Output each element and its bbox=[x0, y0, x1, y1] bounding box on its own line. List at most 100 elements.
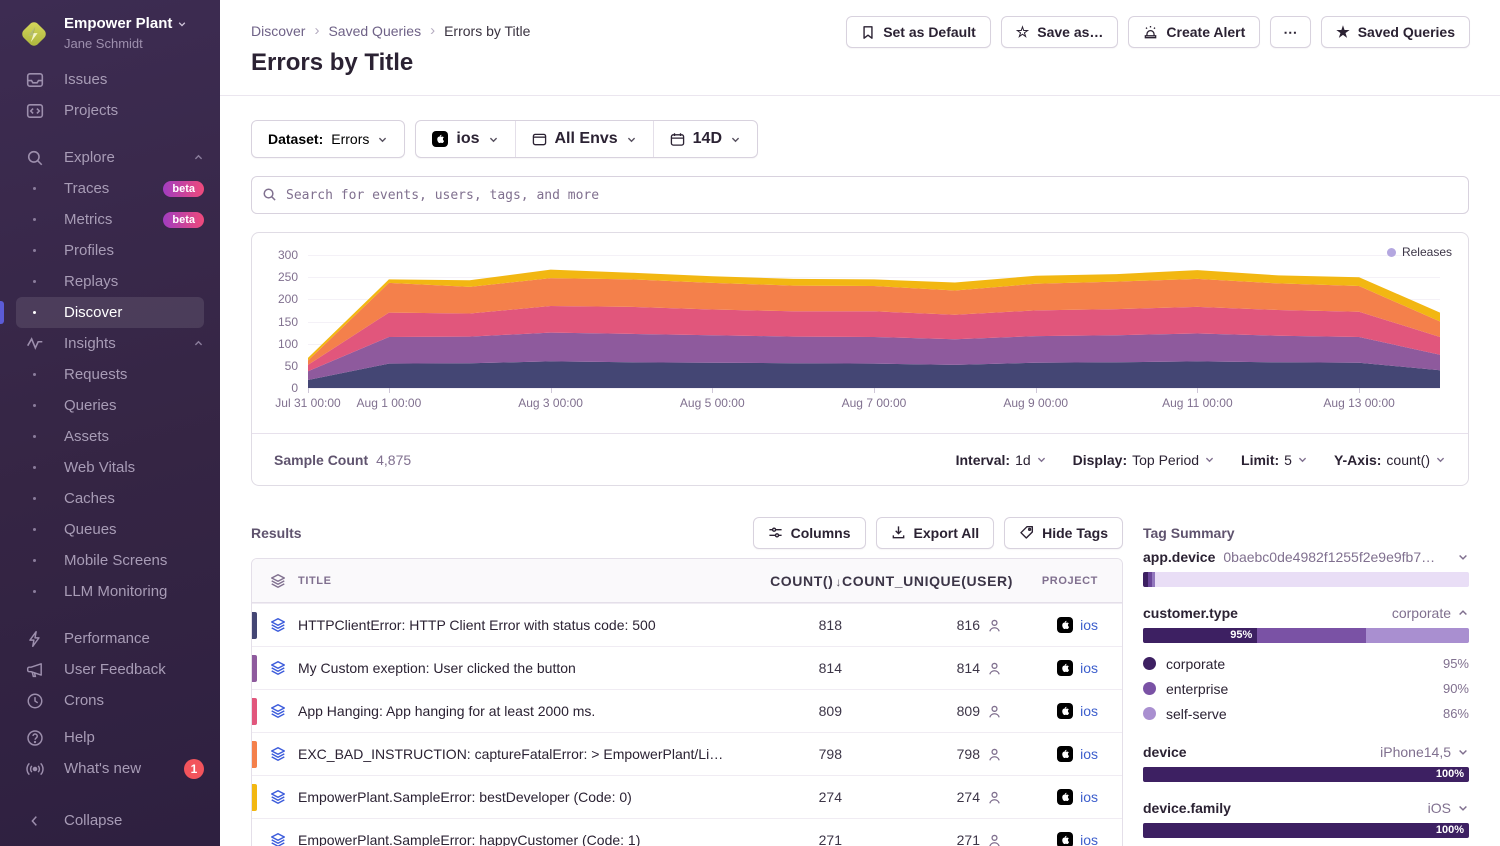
column-header-title[interactable]: TITLE bbox=[298, 575, 742, 587]
sidebar-item-user-feedback[interactable]: User Feedback bbox=[0, 654, 220, 685]
sidebar-item-profiles[interactable]: Profiles bbox=[0, 235, 220, 266]
results-table: TITLE COUNT()↓ COUNT_UNIQUE(USER) PROJEC… bbox=[251, 558, 1123, 846]
apple-icon bbox=[432, 131, 448, 147]
limit-selector[interactable]: Limit: 5 bbox=[1241, 452, 1308, 468]
hide-tags-button[interactable]: Hide Tags bbox=[1004, 517, 1123, 549]
sidebar-item-traces[interactable]: Traces beta bbox=[0, 173, 220, 204]
sliders-icon bbox=[768, 525, 783, 540]
breadcrumb-discover[interactable]: Discover bbox=[251, 23, 305, 39]
table-row[interactable]: EXC_BAD_INSTRUCTION: captureFatalError: … bbox=[252, 732, 1122, 775]
more-options-button[interactable]: ⋯ bbox=[1270, 16, 1311, 48]
column-header-count[interactable]: COUNT()↓ bbox=[742, 573, 842, 589]
dataset-selector[interactable]: Dataset: Errors bbox=[251, 120, 405, 158]
saved-queries-button[interactable]: ★ Saved Queries bbox=[1321, 16, 1470, 48]
series-color-chip bbox=[252, 741, 257, 768]
releases-legend[interactable]: Releases bbox=[1387, 245, 1452, 259]
sidebar-item-mobile-screens[interactable]: Mobile Screens bbox=[0, 545, 220, 576]
sidebar-section-insights[interactable]: Insights bbox=[0, 328, 220, 359]
stacked-area-chart: 050100150200250300Jul 31 00:00Aug 1 00:0… bbox=[252, 233, 1468, 433]
sidebar-item-crons[interactable]: Crons bbox=[0, 685, 220, 716]
sidebar-item-replays[interactable]: Replays bbox=[0, 266, 220, 297]
project-link[interactable]: ios bbox=[1080, 703, 1098, 719]
stack-icon[interactable] bbox=[252, 617, 298, 633]
tag-section-device-family: device.family iOS 100% bbox=[1143, 800, 1469, 838]
breadcrumb-saved-queries[interactable]: Saved Queries bbox=[328, 23, 421, 39]
display-selector[interactable]: Display: Top Period bbox=[1073, 452, 1215, 468]
stack-icon[interactable] bbox=[252, 703, 298, 719]
project-link[interactable]: ios bbox=[1080, 832, 1098, 846]
sidebar: Empower Plant Jane Schmidt Issues Projec… bbox=[0, 0, 220, 846]
stack-icon[interactable] bbox=[252, 789, 298, 805]
apple-icon bbox=[1057, 617, 1073, 633]
chart-plot bbox=[308, 255, 1440, 389]
sidebar-collapse-button[interactable]: Collapse bbox=[0, 805, 220, 836]
legend-dot-icon bbox=[1143, 682, 1156, 695]
sidebar-item-requests[interactable]: Requests bbox=[0, 359, 220, 390]
sidebar-item-queues[interactable]: Queues bbox=[0, 514, 220, 545]
sidebar-item-web-vitals[interactable]: Web Vitals bbox=[0, 452, 220, 483]
table-row[interactable]: EmpowerPlant.SampleError: happyCustomer … bbox=[252, 818, 1122, 846]
user-icon bbox=[987, 704, 1002, 719]
org-switcher[interactable]: Empower Plant Jane Schmidt bbox=[0, 0, 220, 62]
filter-bar: Dataset: Errors ios All Envs bbox=[251, 120, 1469, 158]
save-as-button[interactable]: ☆ Save as… bbox=[1001, 16, 1119, 48]
project-link[interactable]: ios bbox=[1080, 617, 1098, 633]
column-header-project[interactable]: PROJECT bbox=[1002, 575, 1122, 587]
sidebar-item-caches[interactable]: Caches bbox=[0, 483, 220, 514]
user-icon bbox=[987, 833, 1002, 846]
project-link[interactable]: ios bbox=[1080, 746, 1098, 762]
yaxis-selector[interactable]: Y-Axis: count() bbox=[1334, 452, 1446, 468]
user-icon bbox=[987, 618, 1002, 633]
search-input[interactable] bbox=[251, 176, 1469, 214]
series-color-chip bbox=[252, 612, 257, 639]
sidebar-item-issues[interactable]: Issues bbox=[0, 64, 220, 95]
set-as-default-button[interactable]: Set as Default bbox=[846, 16, 991, 48]
project-link[interactable]: ios bbox=[1080, 660, 1098, 676]
chevron-up-icon[interactable] bbox=[1457, 607, 1469, 619]
apple-icon bbox=[1057, 832, 1073, 846]
page-body: Dataset: Errors ios All Envs bbox=[220, 96, 1500, 846]
sidebar-item-help[interactable]: Help bbox=[0, 722, 220, 753]
stack-icon[interactable] bbox=[252, 832, 298, 846]
stack-icon[interactable] bbox=[252, 660, 298, 676]
stack-icon[interactable] bbox=[252, 573, 298, 589]
chart-panel: 050100150200250300Jul 31 00:00Aug 1 00:0… bbox=[251, 232, 1469, 486]
chevron-down-icon[interactable] bbox=[1457, 802, 1469, 814]
create-alert-button[interactable]: Create Alert bbox=[1128, 16, 1260, 48]
interval-selector[interactable]: Interval: 1d bbox=[956, 452, 1047, 468]
columns-button[interactable]: Columns bbox=[753, 517, 866, 549]
sidebar-item-assets[interactable]: Assets bbox=[0, 421, 220, 452]
org-name: Empower Plant bbox=[64, 15, 172, 34]
bookmark-icon bbox=[861, 25, 875, 40]
series-color-chip bbox=[252, 784, 257, 811]
help-icon bbox=[26, 729, 44, 747]
project-link[interactable]: ios bbox=[1080, 789, 1098, 805]
project-filter[interactable]: ios bbox=[416, 121, 514, 157]
sidebar-item-queries[interactable]: Queries bbox=[0, 390, 220, 421]
table-row[interactable]: App Hanging: App hanging for at least 20… bbox=[252, 689, 1122, 732]
customer-type-bar: 95% bbox=[1143, 628, 1469, 643]
siren-icon bbox=[1143, 25, 1158, 40]
table-row[interactable]: EmpowerPlant.SampleError: bestDeveloper … bbox=[252, 775, 1122, 818]
table-row[interactable]: My Custom exeption: User clicked the but… bbox=[252, 646, 1122, 689]
main-content: Discover › Saved Queries › Errors by Tit… bbox=[220, 0, 1500, 846]
sidebar-nav: Issues Projects Explore Traces beta Metr… bbox=[0, 62, 220, 846]
column-header-count-unique[interactable]: COUNT_UNIQUE(USER) bbox=[842, 573, 1002, 589]
sidebar-section-explore[interactable]: Explore bbox=[0, 142, 220, 173]
date-range-filter[interactable]: 14D bbox=[654, 121, 757, 157]
chevron-down-icon[interactable] bbox=[1457, 551, 1469, 563]
megaphone-icon bbox=[26, 661, 44, 679]
environment-filter[interactable]: All Envs bbox=[516, 121, 653, 157]
stack-icon[interactable] bbox=[252, 746, 298, 762]
sidebar-item-llm-monitoring[interactable]: LLM Monitoring bbox=[0, 576, 220, 607]
sidebar-item-metrics[interactable]: Metrics beta bbox=[0, 204, 220, 235]
sidebar-item-performance[interactable]: Performance bbox=[0, 623, 220, 654]
table-row[interactable]: HTTPClientError: HTTP Client Error with … bbox=[252, 603, 1122, 646]
beta-badge: beta bbox=[163, 212, 204, 228]
sidebar-item-whats-new[interactable]: What's new 1 bbox=[0, 753, 220, 784]
chevron-down-icon[interactable] bbox=[1457, 746, 1469, 758]
export-all-button[interactable]: Export All bbox=[876, 517, 995, 549]
ellipsis-icon: ⋯ bbox=[1283, 24, 1298, 41]
sidebar-item-projects[interactable]: Projects bbox=[0, 95, 220, 126]
sidebar-item-discover[interactable]: Discover bbox=[0, 297, 220, 328]
